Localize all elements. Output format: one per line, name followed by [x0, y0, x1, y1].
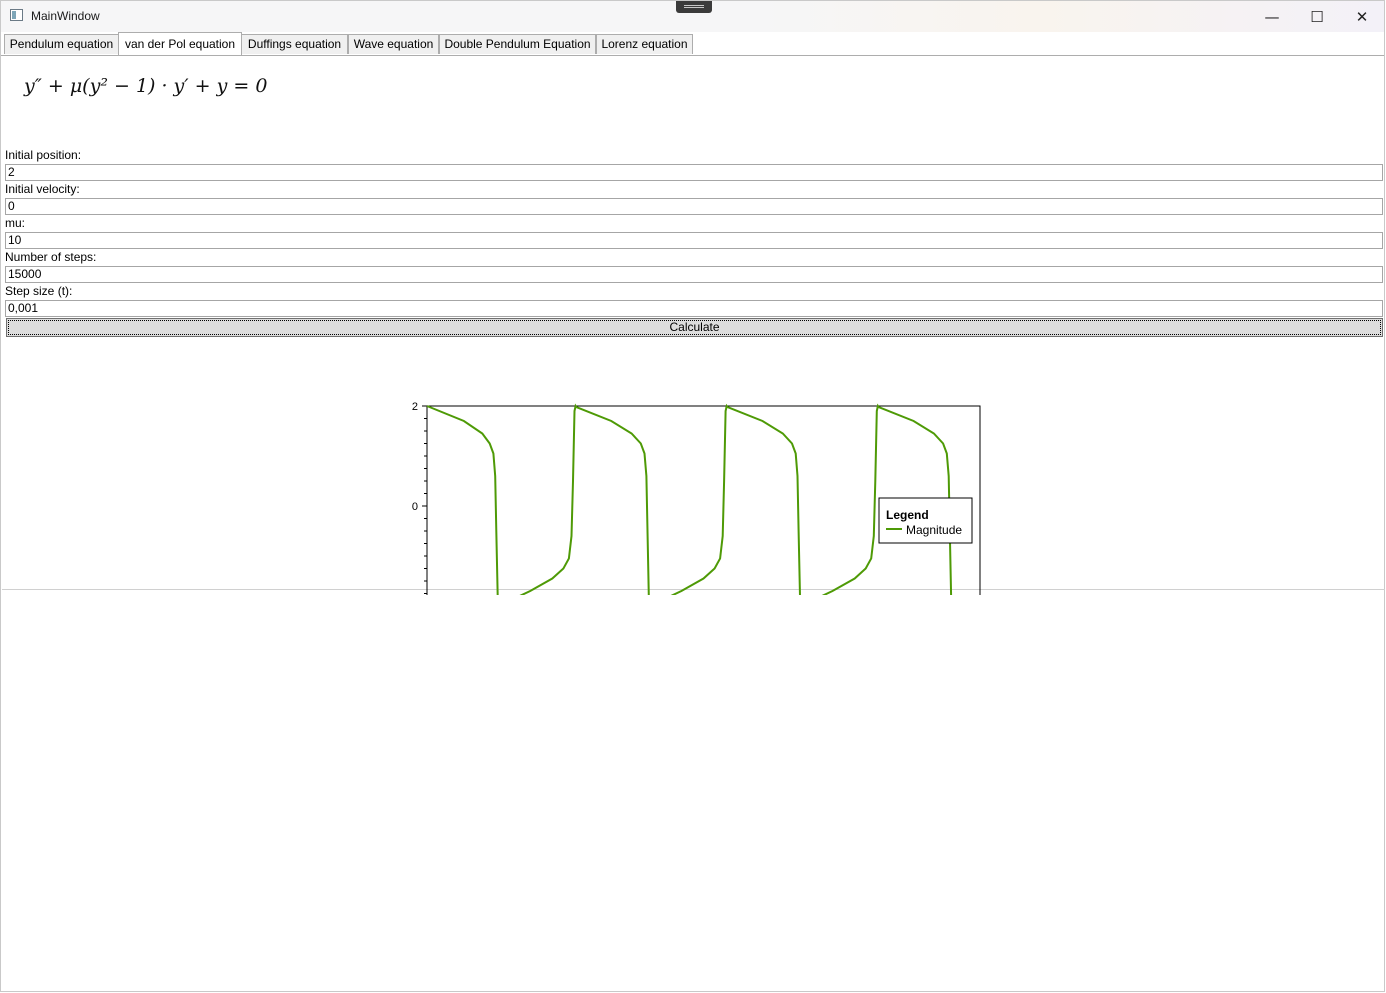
window-title: MainWindow [31, 9, 100, 23]
mu-input[interactable]: 10 [5, 232, 1383, 249]
step-size-label: Step size (t): [5, 284, 73, 298]
tab-pendulum-equation[interactable]: Pendulum equation [4, 34, 119, 54]
initial-position-label: Initial position: [5, 148, 82, 162]
minimize-button[interactable]: — [1249, 1, 1295, 32]
equation-display: y″ + μ(y² − 1) · y′ + y = 0 [24, 75, 268, 97]
step-size-input[interactable]: 0,001 [5, 300, 1383, 317]
calculate-button[interactable]: Calculate [6, 318, 1383, 337]
initial-position-input[interactable]: 2 [5, 164, 1383, 181]
plot-legend: Legend Magnitude [878, 497, 973, 544]
tab-van-der-pol-equation[interactable]: van der Pol equation [118, 32, 242, 55]
tab-bar: Pendulum equation van der Pol equation D… [1, 32, 1384, 56]
legend-title: Legend [886, 508, 929, 522]
tab-double-pendulum-equation[interactable]: Double Pendulum Equation [439, 34, 596, 54]
mu-label: mu: [5, 216, 26, 230]
y-tick-label: 0 [412, 501, 418, 513]
tab-content-panel: y″ + μ(y² − 1) · y′ + y = 0 Initial posi… [2, 55, 1385, 595]
steps-input[interactable]: 15000 [5, 266, 1383, 283]
title-bar[interactable]: MainWindow — ☐ ✕ [1, 1, 1384, 32]
initial-velocity-input[interactable]: 0 [5, 198, 1383, 215]
initial-velocity-label: Initial velocity: [5, 182, 80, 196]
solution-plot: 02468101214-202 Legend Magnitude [412, 401, 981, 595]
tab-duffings-equation[interactable]: Duffings equation [241, 34, 348, 54]
close-button[interactable]: ✕ [1339, 1, 1385, 32]
y-tick-label: 2 [412, 401, 418, 413]
maximize-button[interactable]: ☐ [1294, 1, 1340, 32]
main-window: MainWindow — ☐ ✕ Pendulum equation van d… [0, 0, 1385, 992]
steps-label: Number of steps: [5, 250, 97, 264]
app-icon [10, 9, 23, 21]
tab-wave-equation[interactable]: Wave equation [348, 34, 439, 54]
tab-lorenz-equation[interactable]: Lorenz equation [596, 34, 693, 54]
legend-label-magnitude: Magnitude [906, 523, 962, 537]
snap-layout-handle[interactable] [676, 1, 712, 13]
